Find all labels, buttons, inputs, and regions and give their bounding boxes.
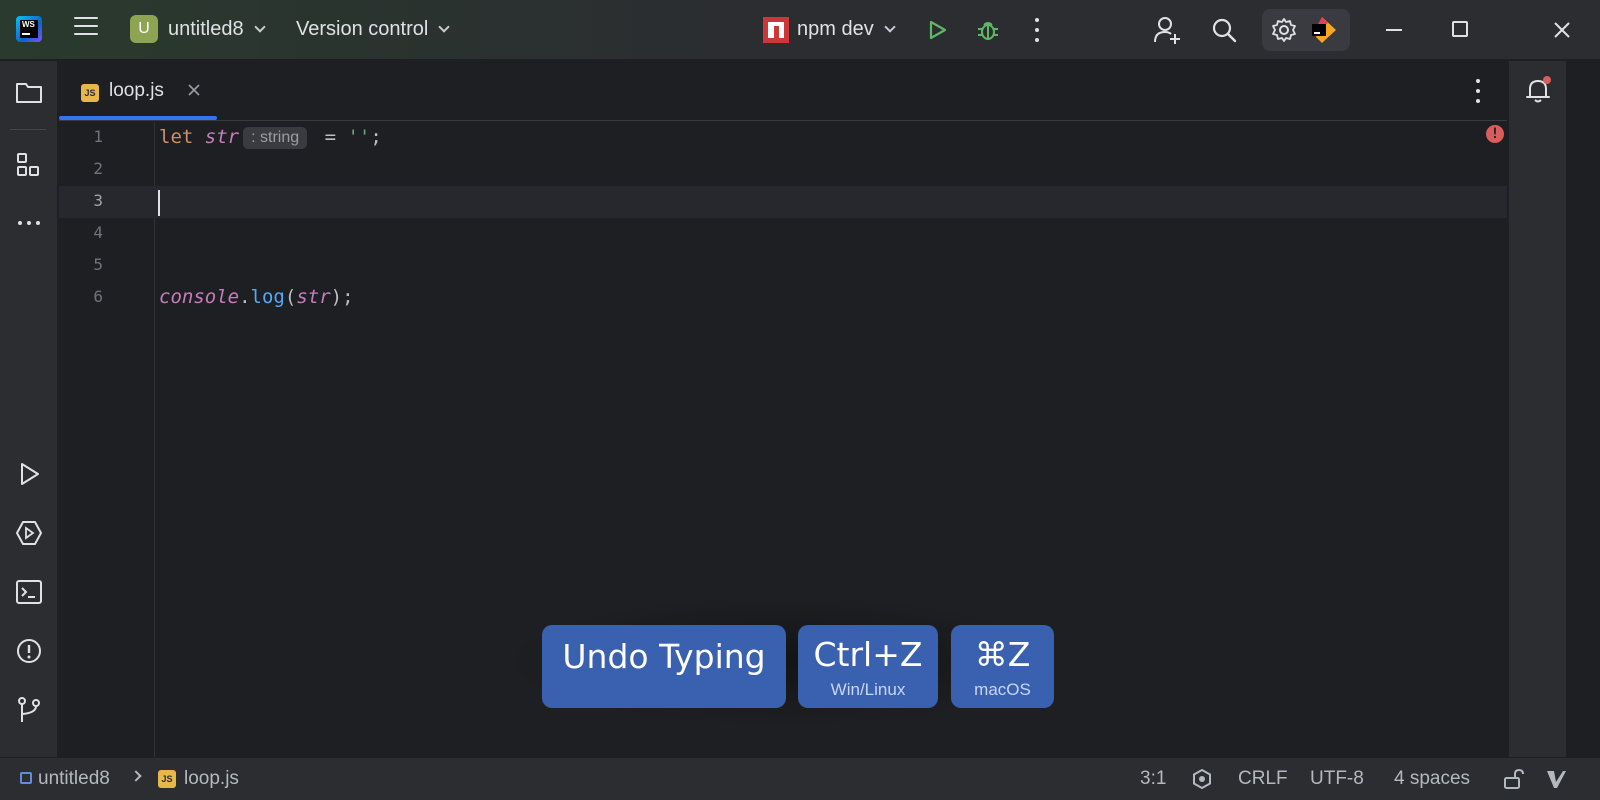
git-branch-icon[interactable] <box>14 695 44 725</box>
right-tool-window-bar <box>1508 61 1566 757</box>
project-switcher[interactable]: untitled8 <box>168 18 266 41</box>
error-indicator-icon[interactable]: ! <box>1486 125 1504 143</box>
code-line-current[interactable]: 3 <box>59 186 1507 218</box>
code-line[interactable]: 2 <box>59 154 1507 186</box>
text-caret <box>158 190 160 216</box>
caret-position[interactable]: 3:1 <box>1140 768 1166 790</box>
code-line[interactable]: 4 <box>59 218 1507 250</box>
jetbrains-toolbox-icon <box>1312 17 1336 43</box>
module-icon <box>20 772 32 784</box>
tabs-more-icon[interactable] <box>1475 79 1481 103</box>
toolbar-divider <box>10 129 46 130</box>
win-shortcut: Ctrl+Z <box>813 635 923 674</box>
file-encoding[interactable]: UTF-8 <box>1310 768 1364 790</box>
line-number: 4 <box>93 223 103 242</box>
project-badge[interactable]: U <box>130 15 158 43</box>
bug-icon <box>978 22 998 40</box>
method-name: log <box>250 286 285 308</box>
problems-icon[interactable] <box>14 636 44 666</box>
win-platform-label: Win/Linux <box>830 680 906 699</box>
argument: str <box>296 286 331 308</box>
settings-button[interactable] <box>1262 9 1350 51</box>
code-line[interactable]: 6 console.log(str); <box>59 282 1507 314</box>
paren: ( <box>284 286 297 308</box>
title-bar: WS U untitled8 Version control npm dev <box>0 0 1600 60</box>
action-name-key: Undo Typing <box>542 625 786 708</box>
more-actions-icon[interactable] <box>1032 18 1042 42</box>
breadcrumb-chevron-icon <box>130 770 142 782</box>
type-hint: : string <box>243 127 308 149</box>
play-icon <box>929 20 947 40</box>
more-tool-windows-icon[interactable] <box>14 208 44 238</box>
close-icon <box>1554 22 1570 38</box>
js-file-icon: JS <box>81 84 99 102</box>
chevron-down-icon <box>253 20 266 33</box>
npm-icon <box>763 17 789 43</box>
mac-platform-label: macOS <box>974 680 1031 699</box>
breadcrumb-file[interactable]: loop.js <box>184 768 239 790</box>
status-bar: untitled8 JS loop.js 3:1 CRLF UTF-8 4 sp… <box>0 757 1600 800</box>
win-shortcut-key: Ctrl+Z Win/Linux <box>798 625 938 708</box>
breadcrumb-project[interactable]: untitled8 <box>38 768 110 790</box>
editor-tabs: JS loop.js <box>59 61 1507 121</box>
semicolon: ; <box>370 126 382 148</box>
line-number: 5 <box>93 255 103 274</box>
run-config-selector[interactable]: npm dev <box>797 18 896 41</box>
line-number: 6 <box>93 287 103 306</box>
main-menu-icon[interactable] <box>74 17 98 40</box>
gear-icon <box>1272 18 1296 42</box>
dot: . <box>239 286 251 308</box>
indent-setting[interactable]: 4 spaces <box>1394 768 1470 790</box>
debug-button[interactable] <box>975 17 1001 43</box>
services-icon[interactable] <box>14 518 44 548</box>
chevron-down-icon <box>884 20 896 33</box>
line-ending[interactable]: CRLF <box>1238 768 1288 790</box>
version-control-menu[interactable]: Version control <box>296 18 450 41</box>
notifications-bell-icon[interactable] <box>1523 75 1553 105</box>
mac-shortcut: ⌘Z <box>974 635 1031 674</box>
code-line[interactable]: 1 let str: string = ''; ! <box>59 122 1507 154</box>
add-user-icon[interactable] <box>1152 15 1182 45</box>
search-icon[interactable] <box>1210 16 1238 44</box>
mac-shortcut-key: ⌘Z macOS <box>951 625 1054 708</box>
line-number: 2 <box>93 159 103 178</box>
string-literal: '' <box>347 126 371 148</box>
close-tab-icon[interactable] <box>187 83 201 97</box>
action-label: Undo Typing <box>562 637 766 676</box>
run-button[interactable] <box>926 19 948 41</box>
vim-icon[interactable] <box>1545 768 1567 796</box>
webstorm-logo-icon[interactable]: WS <box>16 16 42 42</box>
active-tab-indicator <box>59 116 217 120</box>
object-name: console <box>159 286 240 308</box>
unlock-icon[interactable] <box>1502 768 1524 796</box>
js-file-icon: JS <box>158 770 176 788</box>
tab-label: loop.js <box>109 80 164 101</box>
chevron-down-icon <box>438 20 450 33</box>
project-folder-icon[interactable] <box>14 77 44 107</box>
vcs-label: Version control <box>296 18 429 40</box>
operator: = <box>313 126 348 148</box>
tab-loop-js[interactable]: JS loop.js <box>59 61 217 121</box>
left-tool-window-bar <box>0 61 58 757</box>
ai-assistant-icon[interactable] <box>1192 768 1212 795</box>
variable: str <box>204 126 240 148</box>
run-tool-icon[interactable] <box>14 459 44 489</box>
minimize-button[interactable] <box>1386 29 1402 31</box>
terminal-icon[interactable] <box>14 577 44 607</box>
maximize-button[interactable] <box>1452 21 1468 37</box>
project-name: untitled8 <box>168 18 244 40</box>
run-config-label: npm dev <box>797 18 874 40</box>
code-line[interactable]: 5 <box>59 250 1507 282</box>
paren-close: ); <box>330 286 354 308</box>
keyword: let <box>159 126 194 148</box>
line-number: 3 <box>93 191 103 210</box>
structure-icon[interactable] <box>14 150 44 180</box>
line-number: 1 <box>93 127 103 146</box>
close-window-button[interactable] <box>1550 18 1574 42</box>
